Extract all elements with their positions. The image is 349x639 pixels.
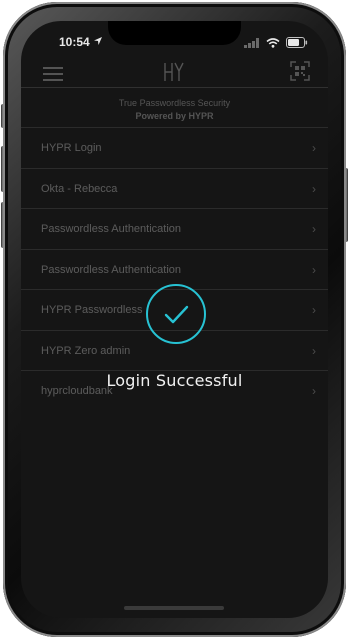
status-icons [244, 37, 308, 48]
account-item[interactable]: Okta - Rebecca › [21, 167, 328, 209]
account-label: Passwordless Authentication [41, 263, 182, 276]
battery-icon [286, 37, 308, 48]
phone-screen: True Passwordless Security Powered by HY… [21, 21, 328, 618]
status-time: 10:54 [59, 35, 90, 49]
chevron-right-icon: › [312, 181, 316, 196]
signal-bars-icon [244, 37, 259, 48]
phone-mockup: True Passwordless Security Powered by HY… [0, 0, 349, 639]
chevron-right-icon: › [312, 262, 316, 277]
account-label: HYPR Passwordless [41, 304, 143, 316]
account-label: Passwordless Authentication [41, 223, 182, 235]
home-indicator[interactable] [124, 606, 224, 610]
status-bar: 10:54 [21, 21, 328, 61]
tagline-text: True Passwordless Security [118, 98, 231, 108]
account-item[interactable]: Passwordless Authentication › [21, 208, 328, 249]
account-list: HYPR Login › Okta - Rebecca › Passwordle… [21, 127, 328, 411]
hamburger-menu-icon[interactable] [43, 67, 63, 81]
checkmark-circle-icon [146, 284, 206, 344]
tagline: True Passwordless Security Powered by HY… [21, 97, 328, 123]
login-success-message: Login Successful [106, 371, 243, 390]
powered-by-text: Powered by HYPR [135, 111, 214, 121]
wifi-icon [266, 37, 280, 48]
qr-scan-icon[interactable] [290, 61, 310, 81]
location-arrow-icon [94, 37, 102, 45]
chevron-right-icon: › [312, 303, 316, 317]
account-label: Okta - Rebecca [41, 182, 118, 195]
chevron-right-icon: › [312, 141, 316, 155]
chevron-right-icon: › [312, 343, 316, 358]
account-label: HYPR Login [41, 142, 102, 154]
account-label: HYPR Zero admin [41, 344, 131, 357]
account-item[interactable]: HYPR Login › [21, 127, 328, 168]
hypr-logo [164, 62, 184, 81]
app-header [21, 59, 328, 88]
chevron-right-icon: › [312, 222, 316, 236]
